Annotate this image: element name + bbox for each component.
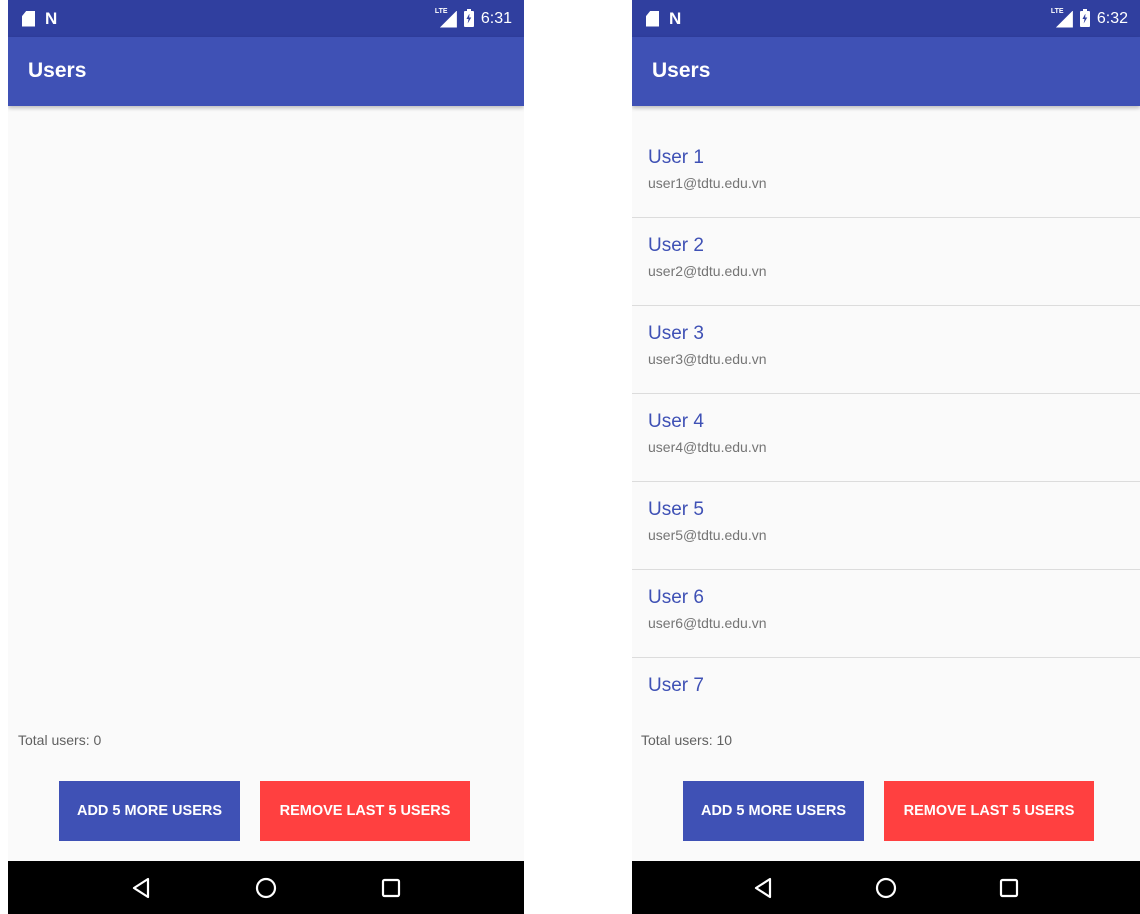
phone-screen-empty: N LTE 6:31 Users Total users: 0 ADD 5 MO… (8, 0, 524, 914)
app-bar: Users (8, 37, 524, 106)
page-title: Users (652, 59, 711, 82)
user-name: User 5 (648, 499, 704, 520)
total-users-label: Total users: 0 (18, 732, 102, 748)
battery-charging-icon (463, 8, 474, 27)
list-item[interactable]: User 6 user6@tdtu.edu.vn (632, 570, 1140, 658)
user-email: user4@tdtu.edu.vn (648, 439, 767, 455)
sd-card-icon (22, 10, 35, 27)
recents-icon[interactable] (989, 868, 1029, 908)
network-type-label: LTE (434, 7, 448, 15)
remove-users-button[interactable]: REMOVE LAST 5 USERS (884, 781, 1094, 841)
n-notification-icon: N (669, 9, 682, 28)
user-name: User 6 (648, 587, 704, 608)
user-email: user6@tdtu.edu.vn (648, 615, 767, 631)
status-bar: N LTE 6:32 (632, 0, 1140, 37)
user-email: user1@tdtu.edu.vn (648, 175, 767, 191)
list-item[interactable]: User 2 user2@tdtu.edu.vn (632, 218, 1140, 306)
user-email: user2@tdtu.edu.vn (648, 263, 767, 279)
user-name: User 7 (648, 675, 704, 696)
home-icon[interactable] (866, 868, 906, 908)
add-users-button[interactable]: ADD 5 MORE USERS (683, 781, 864, 841)
network-type-label: LTE (1050, 7, 1064, 15)
list-item[interactable]: User 3 user3@tdtu.edu.vn (632, 306, 1140, 394)
user-list[interactable] (8, 130, 524, 720)
battery-charging-icon (1079, 8, 1090, 27)
user-name: User 3 (648, 323, 704, 344)
total-users-label: Total users: 10 (641, 732, 733, 748)
user-email: user3@tdtu.edu.vn (648, 351, 767, 367)
navigation-bar (8, 861, 524, 914)
list-item[interactable]: User 7 (632, 658, 1140, 720)
back-icon[interactable] (743, 868, 783, 908)
n-notification-icon: N (45, 9, 58, 28)
user-email: user5@tdtu.edu.vn (648, 527, 767, 543)
status-time: 6:31 (480, 9, 512, 27)
add-users-button[interactable]: ADD 5 MORE USERS (59, 781, 240, 841)
recents-icon[interactable] (371, 868, 411, 908)
app-bar: Users (632, 37, 1140, 106)
navigation-bar (632, 861, 1140, 914)
remove-users-button[interactable]: REMOVE LAST 5 USERS (260, 781, 470, 841)
page-title: Users (28, 59, 87, 82)
status-time: 6:32 (1096, 9, 1128, 27)
list-item[interactable]: User 1 user1@tdtu.edu.vn (632, 130, 1140, 218)
user-name: User 4 (648, 411, 704, 432)
back-icon[interactable] (121, 868, 161, 908)
lte-signal-icon: LTE (1050, 7, 1073, 28)
phone-screen-populated: N LTE 6:32 Users User 1 user1@tdtu.edu.v… (632, 0, 1140, 914)
home-icon[interactable] (246, 868, 286, 908)
list-item[interactable]: User 5 user5@tdtu.edu.vn (632, 482, 1140, 570)
user-name: User 2 (648, 235, 704, 256)
list-item[interactable]: User 4 user4@tdtu.edu.vn (632, 394, 1140, 482)
user-name: User 1 (648, 147, 704, 168)
user-list[interactable]: User 1 user1@tdtu.edu.vn User 2 user2@td… (632, 130, 1140, 720)
lte-signal-icon: LTE (434, 7, 457, 28)
status-bar: N LTE 6:31 (8, 0, 524, 37)
sd-card-icon (646, 10, 659, 27)
